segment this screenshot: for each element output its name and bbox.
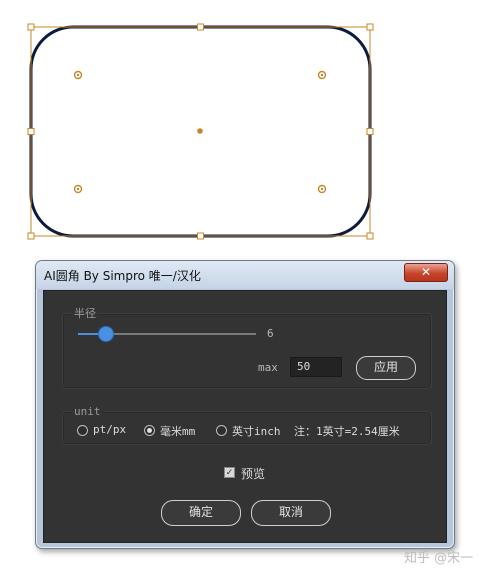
watermark-text: 知乎 @宋一 bbox=[404, 551, 474, 566]
unit-group-label: unit bbox=[72, 405, 103, 418]
radius-slider-thumb[interactable] bbox=[97, 326, 114, 342]
preview-checkbox[interactable]: ✓ bbox=[224, 467, 235, 478]
preview-label: 预览 bbox=[241, 467, 266, 481]
unit-label-mm: 毫米mm bbox=[160, 425, 196, 438]
close-button[interactable]: ✕ bbox=[404, 263, 448, 282]
unit-radio-pt-px[interactable] bbox=[77, 425, 88, 436]
handle-top-middle[interactable] bbox=[197, 23, 204, 31]
dialog-content: 半径 6 max 50 应用 unit pt/px 毫米mm 英寸inch 注：… bbox=[43, 290, 447, 543]
unit-radio-inch[interactable] bbox=[216, 425, 227, 436]
handle-top-left[interactable] bbox=[27, 23, 35, 31]
ok-button[interactable]: 确定 bbox=[161, 500, 241, 526]
handle-middle-right[interactable] bbox=[366, 128, 374, 135]
close-icon: ✕ bbox=[420, 265, 432, 279]
handle-middle-left[interactable] bbox=[27, 128, 35, 135]
center-point bbox=[197, 128, 203, 134]
max-value-input[interactable]: 50 bbox=[290, 357, 342, 377]
unit-label-inch: 英寸inch bbox=[232, 425, 281, 438]
handle-bottom-left[interactable] bbox=[27, 232, 35, 240]
handle-bottom-right[interactable] bbox=[366, 232, 374, 240]
unit-note: 注：1英寸=2.54厘米 bbox=[294, 425, 400, 438]
handle-top-right[interactable] bbox=[366, 23, 374, 31]
radius-slider-value: 6 bbox=[267, 327, 274, 340]
handle-bottom-middle[interactable] bbox=[197, 232, 204, 240]
unit-radio-mm[interactable] bbox=[144, 425, 155, 436]
checkmark-icon: ✓ bbox=[225, 468, 234, 478]
dialog-titlebar[interactable]: AI圆角 By Simpro 唯一/汉化 ✕ bbox=[36, 261, 454, 289]
radius-group-label: 半径 bbox=[72, 305, 98, 321]
cancel-button[interactable]: 取消 bbox=[251, 500, 331, 526]
rounded-corner-dialog: AI圆角 By Simpro 唯一/汉化 ✕ 半径 6 max 50 应用 un… bbox=[35, 260, 455, 549]
max-label: max bbox=[258, 361, 278, 374]
unit-label-pt-px: pt/px bbox=[93, 423, 127, 436]
apply-button[interactable]: 应用 bbox=[356, 356, 416, 380]
dialog-title: AI圆角 By Simpro 唯一/汉化 bbox=[44, 269, 201, 283]
artboard-canvas[interactable] bbox=[0, 0, 496, 250]
